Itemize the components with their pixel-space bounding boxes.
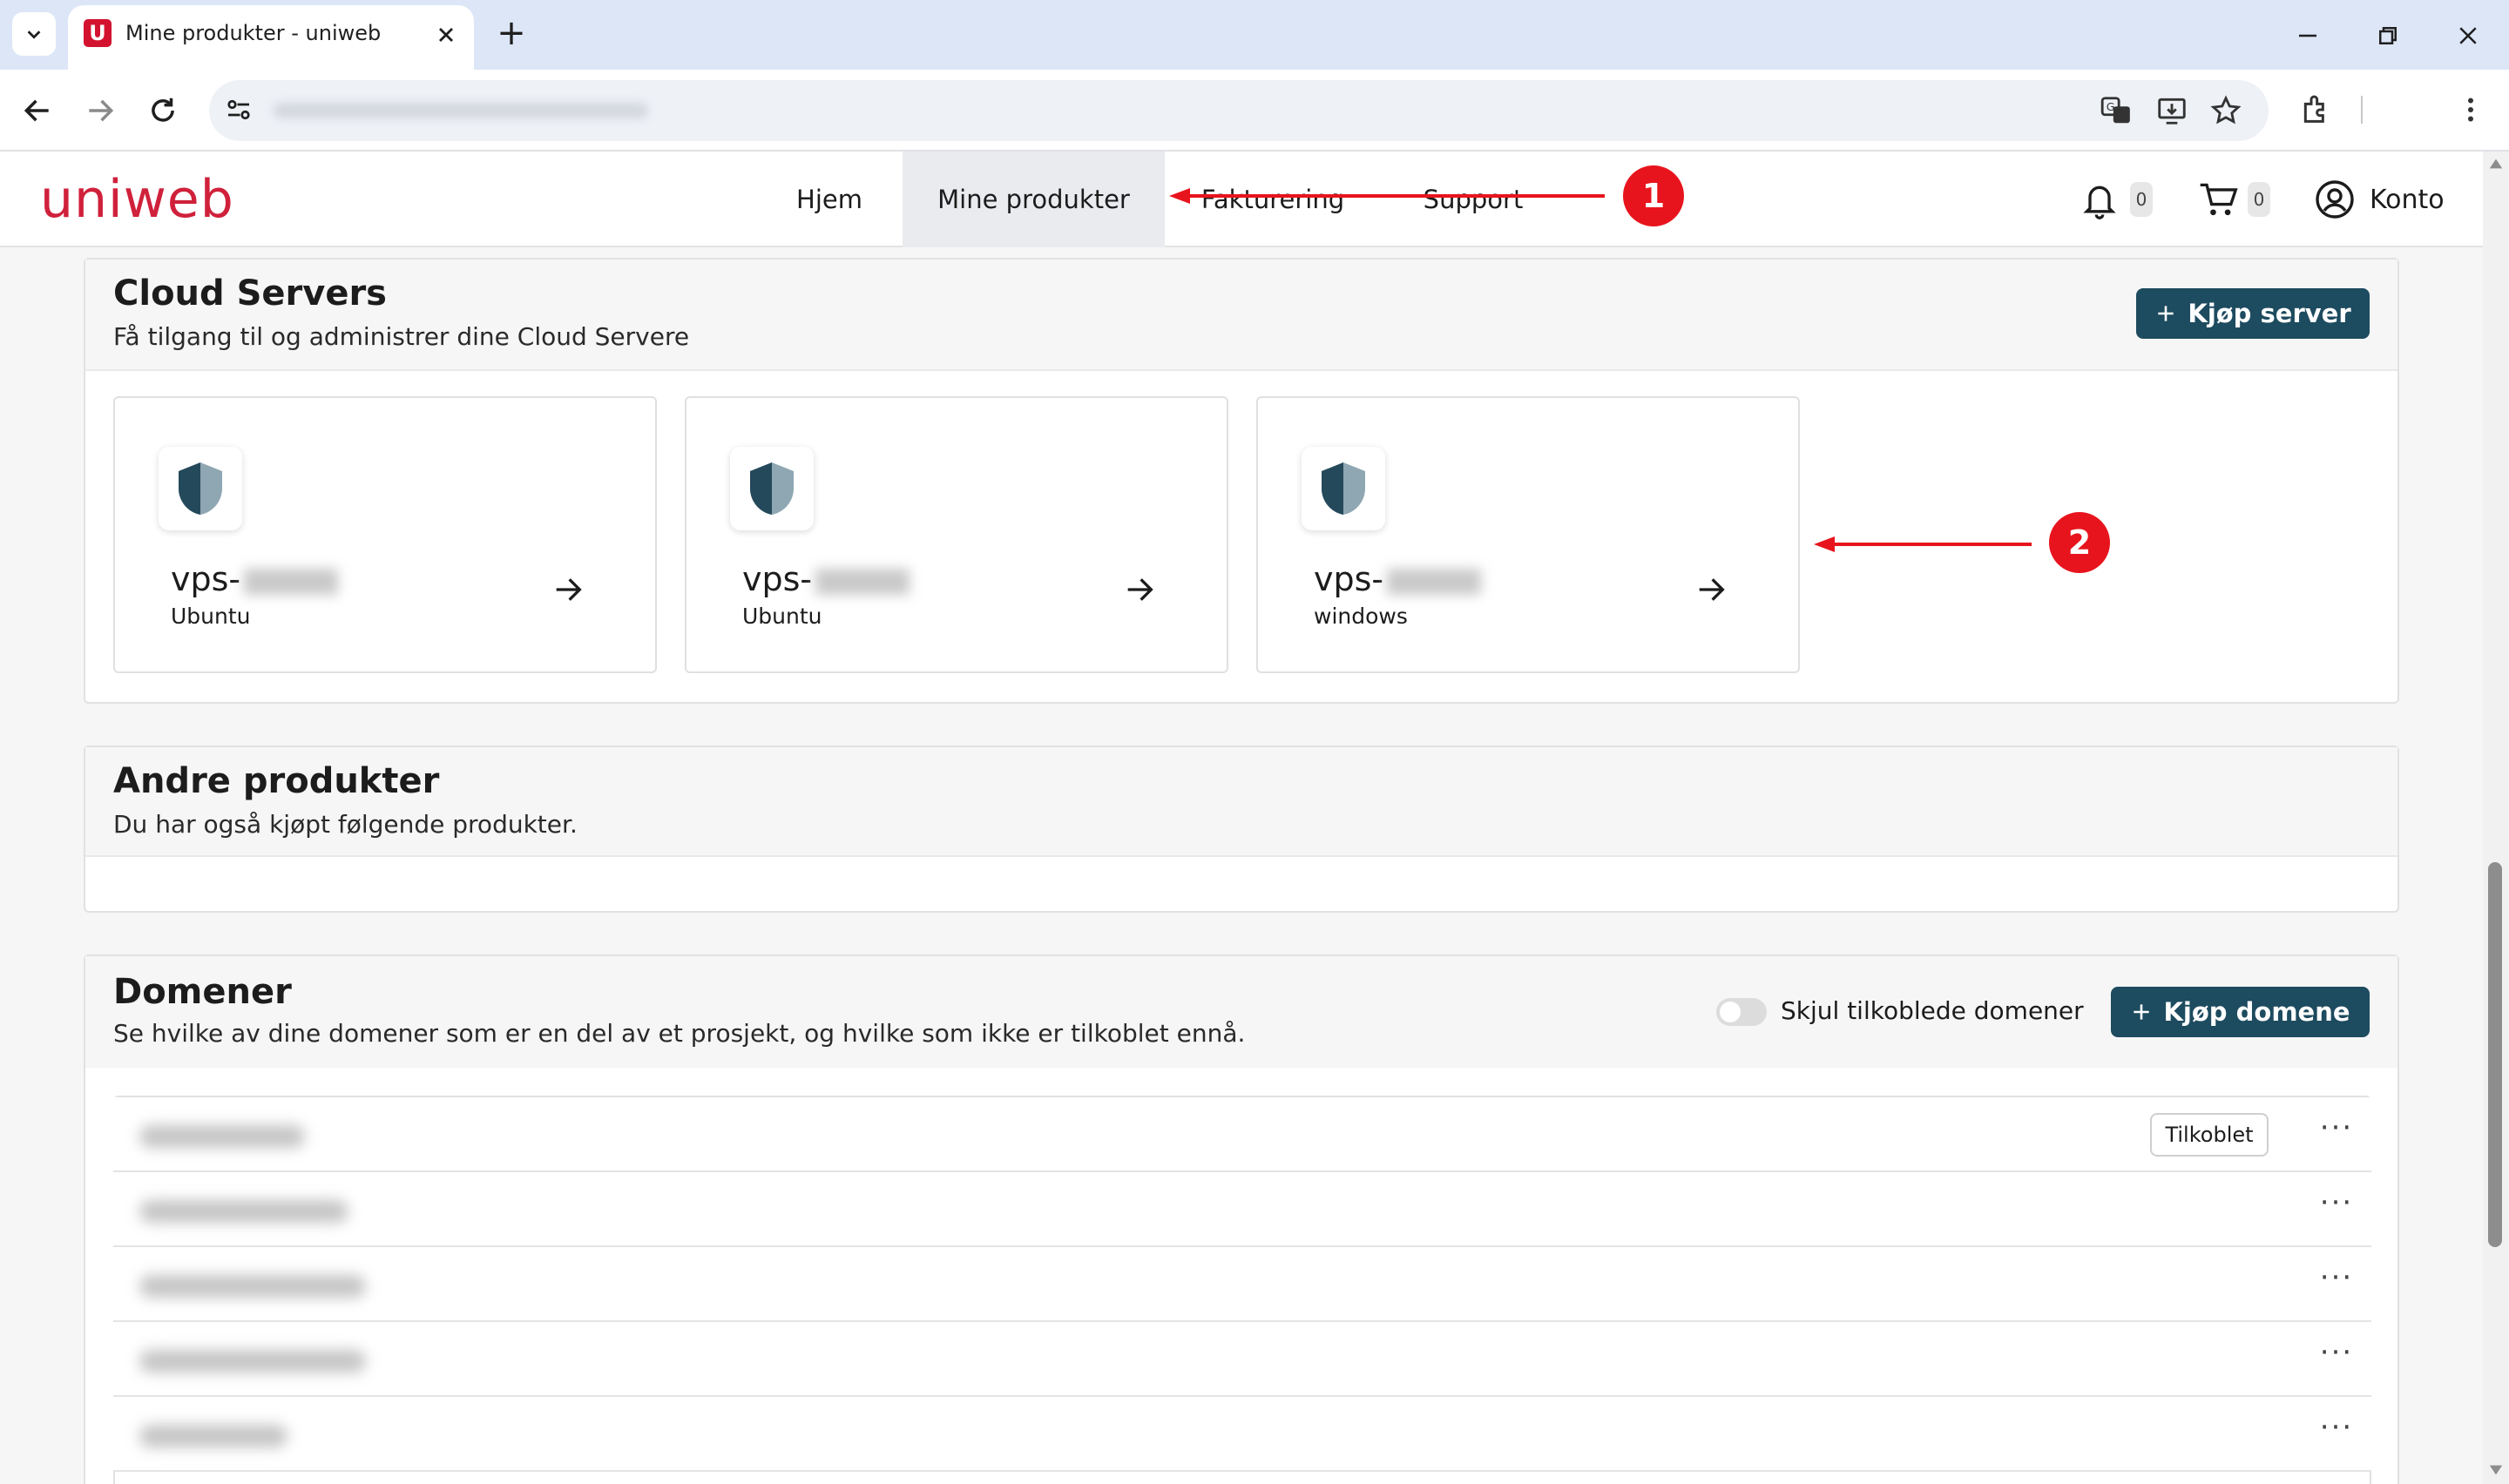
annotation-marker-2: 2 [2049,512,2110,573]
server-card[interactable]: vps- Ubuntu [685,396,1228,673]
site-info-icon[interactable] [223,94,254,125]
server-id-blurred [815,568,910,595]
toggle-knob [1720,1002,1741,1022]
notifications-count-badge: 0 [2130,182,2153,217]
scroll-up-icon[interactable] [2488,157,2504,171]
cloud-servers-header [85,260,2397,371]
cart-count-badge: 0 [2248,182,2270,217]
server-id-blurred [244,568,339,595]
chevron-down-icon [27,30,41,39]
scrollbar-thumb[interactable] [2488,862,2502,1247]
arrow-right-icon[interactable] [1122,572,1157,607]
plus-icon [2158,306,2174,321]
bookmark-star-icon[interactable] [2209,94,2242,127]
connected-tag: Tilkoblet [2150,1113,2269,1157]
domain-row[interactable]: ··· [113,1397,2371,1472]
domain-name-blurred [139,1125,305,1148]
cloud-servers-title: Cloud Servers [113,273,387,314]
domains-title: Domener [113,972,292,1012]
domain-name-blurred [139,1275,366,1298]
domains-subtitle: Se hvilke av dine domener som er en del … [113,1019,1246,1048]
server-name: vps- [1314,560,1482,598]
domain-row[interactable]: ··· [113,1247,2371,1322]
more-options-icon[interactable]: ··· [2310,1172,2363,1247]
shield-icon [730,447,814,530]
server-name: vps- [742,560,910,598]
buy-domain-label: Kjøp domene [2163,997,2350,1027]
more-options-icon[interactable]: ··· [2310,1397,2363,1472]
domain-row[interactable]: ··· [113,1322,2371,1397]
annotation-arrow-1 [1169,188,1605,204]
install-app-icon[interactable] [2155,94,2188,127]
tab-search-button[interactable] [12,12,56,56]
domain-row[interactable]: ··· [113,1172,2371,1247]
other-products-title: Andre produkter [113,761,440,801]
arrow-right-icon[interactable] [1694,572,1728,607]
other-products-subtitle: Du har også kjøpt følgende produkter. [113,810,578,839]
hide-connected-label: Skjul tilkoblede domener [1781,996,2084,1025]
domain-name-blurred [139,1200,348,1223]
nav-hjem[interactable]: Hjem [781,152,878,247]
shield-icon [159,447,242,530]
domain-name-blurred [139,1425,287,1447]
svg-text:G: G [2107,100,2115,113]
buy-server-label: Kjøp server [2188,299,2351,328]
restore-icon[interactable] [2375,23,2401,49]
domain-row[interactable]: Tilkoblet ··· [113,1097,2371,1172]
server-name-prefix: vps- [171,560,241,598]
minimize-icon[interactable] [2295,23,2321,49]
server-card[interactable]: vps- windows [1256,396,1800,673]
more-options-icon[interactable]: ··· [2310,1247,2363,1322]
toolbar-divider [2361,96,2363,124]
extensions-icon[interactable] [2298,92,2333,127]
bell-icon[interactable] [2080,179,2119,221]
server-card[interactable]: vps- Ubuntu [113,396,657,673]
close-tab-icon[interactable] [434,23,458,47]
cloud-servers-subtitle: Få tilgang til og administrer dine Cloud… [113,322,690,351]
account-icon[interactable] [2314,179,2356,220]
annotation-arrow-2 [1814,536,2032,552]
translate-icon[interactable]: G [2100,94,2133,127]
new-tab-button[interactable]: + [490,12,533,56]
more-options-icon[interactable]: ··· [2310,1322,2363,1397]
server-os: Ubuntu [171,604,251,629]
shield-icon [1302,447,1385,530]
annotation-marker-1: 1 [1623,165,1684,226]
browser-menu-icon[interactable] [2455,94,2486,125]
account-link[interactable]: Konto [2370,185,2445,215]
back-icon[interactable] [21,94,54,127]
buy-server-button[interactable]: Kjøp server [2136,288,2370,339]
url-text-blurred [274,103,648,118]
page-scrollbar[interactable] [2483,152,2509,1484]
server-os: windows [1314,604,1408,629]
buy-domain-button[interactable]: Kjøp domene [2111,987,2370,1037]
reload-icon[interactable] [146,94,179,127]
server-name-prefix: vps- [1314,560,1384,598]
close-window-icon[interactable] [2455,23,2481,49]
cart-icon[interactable] [2197,179,2239,219]
server-name: vps- [171,560,339,598]
plus-icon [2134,1004,2150,1020]
forward-icon[interactable] [84,94,117,127]
scroll-down-icon[interactable] [2488,1463,2504,1477]
server-id-blurred [1387,568,1482,595]
nav-mine-produkter[interactable]: Mine produkter [903,152,1165,247]
site-favicon: U [84,19,112,47]
server-name-prefix: vps- [742,560,813,598]
hide-connected-toggle[interactable] [1716,998,1767,1026]
domain-name-blurred [139,1350,366,1373]
server-os: Ubuntu [742,604,822,629]
uniweb-logo[interactable]: uniweb [40,169,234,230]
arrow-right-icon[interactable] [551,572,585,607]
more-options-icon[interactable]: ··· [2310,1097,2363,1172]
tab-title: Mine produkter - uniweb [125,21,382,45]
